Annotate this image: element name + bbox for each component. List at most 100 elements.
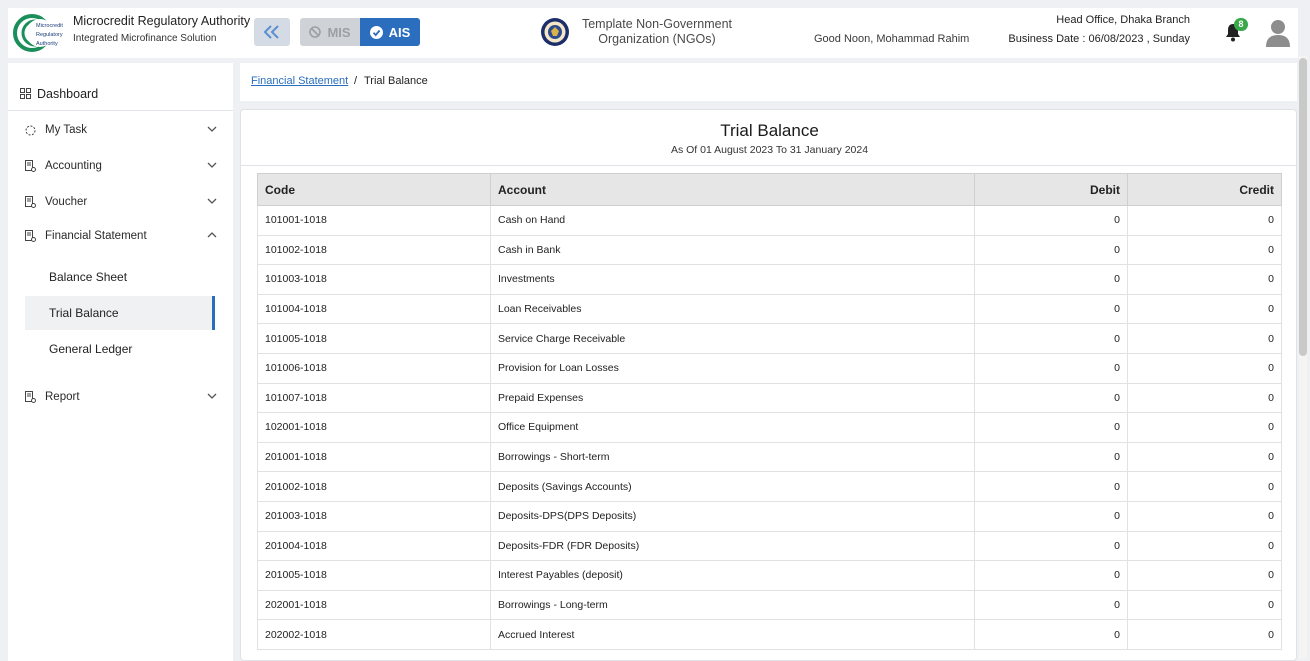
breadcrumb-link-financial-statement[interactable]: Financial Statement [251,75,348,87]
spinner-icon [25,125,36,135]
column-header-code: Code [257,173,491,206]
sidebar-subitem-trial-balance[interactable]: Trial Balance [25,296,215,330]
cell-credit: 0 [1127,234,1282,266]
sidebar-subitem-balance-sheet[interactable]: Balance Sheet [25,260,215,294]
cell-code: 201002-1018 [257,471,491,502]
table-row: 202001-1018 Borrowings - Long-term 0 0 [257,589,1282,621]
sidebar-item-voucher[interactable]: Voucher [8,188,233,216]
user-avatar[interactable] [1264,18,1292,48]
mis-label: MIS [327,24,351,40]
cell-code: 101007-1018 [257,382,491,414]
cell-debit: 0 [974,619,1128,650]
logo-text-3: Authority [36,41,58,47]
double-chevron-left-icon [263,25,279,39]
cell-code: 101005-1018 [257,323,491,354]
cell-account: Service Charge Receivable [490,323,975,354]
sidebar-subitem-label: Balance Sheet [49,270,128,284]
table-row: 201003-1018 Deposits-DPS(DPS Deposits) 0 0 [257,500,1282,532]
cell-credit: 0 [1127,500,1282,532]
sidebar-item-label: Dashboard [37,86,99,101]
cell-credit: 0 [1127,264,1282,295]
breadcrumb: Financial Statement / Trial Balance [240,63,1297,101]
column-header-account: Account [490,173,975,206]
branch-name: Head Office, Dhaka Branch [1056,14,1190,26]
cell-code: 101004-1018 [257,293,491,325]
chevron-down-icon [207,162,217,168]
cell-credit: 0 [1127,293,1282,325]
logo-text-1: Microcredit [36,23,63,29]
table-row: 101002-1018 Cash in Bank 0 0 [257,234,1282,266]
cell-account: Deposits (Savings Accounts) [490,471,975,502]
cell-credit: 0 [1127,352,1282,384]
cell-credit: 0 [1127,530,1282,562]
cell-credit: 0 [1127,471,1282,502]
chevron-down-icon [207,393,217,399]
chevron-down-icon [207,198,217,204]
cell-account: Provision for Loan Losses [490,352,975,384]
top-header: Microcredit Regulatory Authority Microcr… [8,8,1298,58]
sidebar-item-report[interactable]: Report [8,383,233,411]
cell-credit: 0 [1127,323,1282,354]
cell-debit: 0 [974,530,1128,562]
cell-debit: 0 [974,382,1128,414]
cell-code: 201003-1018 [257,500,491,532]
sidebar-collapse-button[interactable] [254,18,290,46]
cell-credit: 0 [1127,205,1282,236]
chevron-down-icon [207,126,217,132]
cell-debit: 0 [974,293,1128,325]
document-settings-icon [25,160,36,172]
cell-account: Cash in Bank [490,234,975,266]
table-row: 101007-1018 Prepaid Expenses 0 0 [257,382,1282,414]
sidebar-item-label: Accounting [45,160,102,172]
sidebar-subitem-label: Trial Balance [49,306,119,320]
cell-debit: 0 [974,589,1128,621]
column-header-credit: Credit [1127,173,1282,206]
sidebar-item-my-task[interactable]: My Task [8,116,233,144]
sidebar-item-financial-statement[interactable]: Financial Statement [8,222,233,250]
document-settings-icon [25,196,36,208]
report-title: Trial Balance [720,121,819,140]
mis-toggle-button[interactable]: MIS [300,18,360,46]
table-row: 101004-1018 Loan Receivables 0 0 [257,293,1282,325]
breadcrumb-current: Trial Balance [364,75,428,87]
cell-account: Deposits-FDR (FDR Deposits) [490,530,975,562]
document-settings-icon [25,391,36,403]
cell-debit: 0 [974,500,1128,532]
table-row: 201004-1018 Deposits-FDR (FDR Deposits) 0 0 [257,530,1282,562]
cell-credit: 0 [1127,560,1282,591]
cell-account: Office Equipment [490,412,975,443]
cell-debit: 0 [974,205,1128,236]
sidebar-subitem-label: General Ledger [49,342,133,356]
sidebar-subitem-general-ledger[interactable]: General Ledger [25,332,215,366]
cell-account: Cash on Hand [490,205,975,236]
cell-account: Accrued Interest [490,619,975,650]
cell-debit: 0 [974,471,1128,502]
cell-credit: 0 [1127,412,1282,443]
cell-debit: 0 [974,234,1128,266]
trial-balance-table: Code Account Debit Credit 101001-1018 Cas… [257,173,1282,650]
org-name: Microcredit Regulatory Authority [73,14,251,28]
check-circle-icon [369,25,383,39]
table-header-row: Code Account Debit Credit [257,173,1282,206]
cell-account: Loan Receivables [490,293,975,325]
table-row: 201005-1018 Interest Payables (deposit) 0 0 [257,560,1282,591]
cell-debit: 0 [974,323,1128,354]
page-scrollbar-thumb[interactable] [1299,58,1307,356]
table-row: 101005-1018 Service Charge Receivable 0 0 [257,323,1282,354]
notification-badge: 8 [1234,18,1248,31]
grid-icon [20,88,31,99]
org-subtitle: Integrated Microfinance Solution [73,33,217,44]
document-settings-icon [25,230,36,242]
report-date-range: As Of 01 August 2023 To 31 January 2024 [670,144,869,156]
cell-debit: 0 [974,441,1128,473]
cell-credit: 0 [1127,441,1282,473]
cell-account: Deposits-DPS(DPS Deposits) [490,500,975,532]
user-greeting: Good Noon, Mohammad Rahim [814,33,970,45]
table-row: 201002-1018 Deposits (Savings Accounts) 0 0 [257,471,1282,502]
cell-code: 101002-1018 [257,234,491,266]
report-divider [241,165,1296,166]
ais-toggle-button[interactable]: AIS [360,18,420,46]
sidebar-item-dashboard[interactable]: Dashboard [8,77,233,111]
sidebar-item-accounting[interactable]: Accounting [8,152,233,180]
logo-text-2: Regulatory [36,32,63,38]
